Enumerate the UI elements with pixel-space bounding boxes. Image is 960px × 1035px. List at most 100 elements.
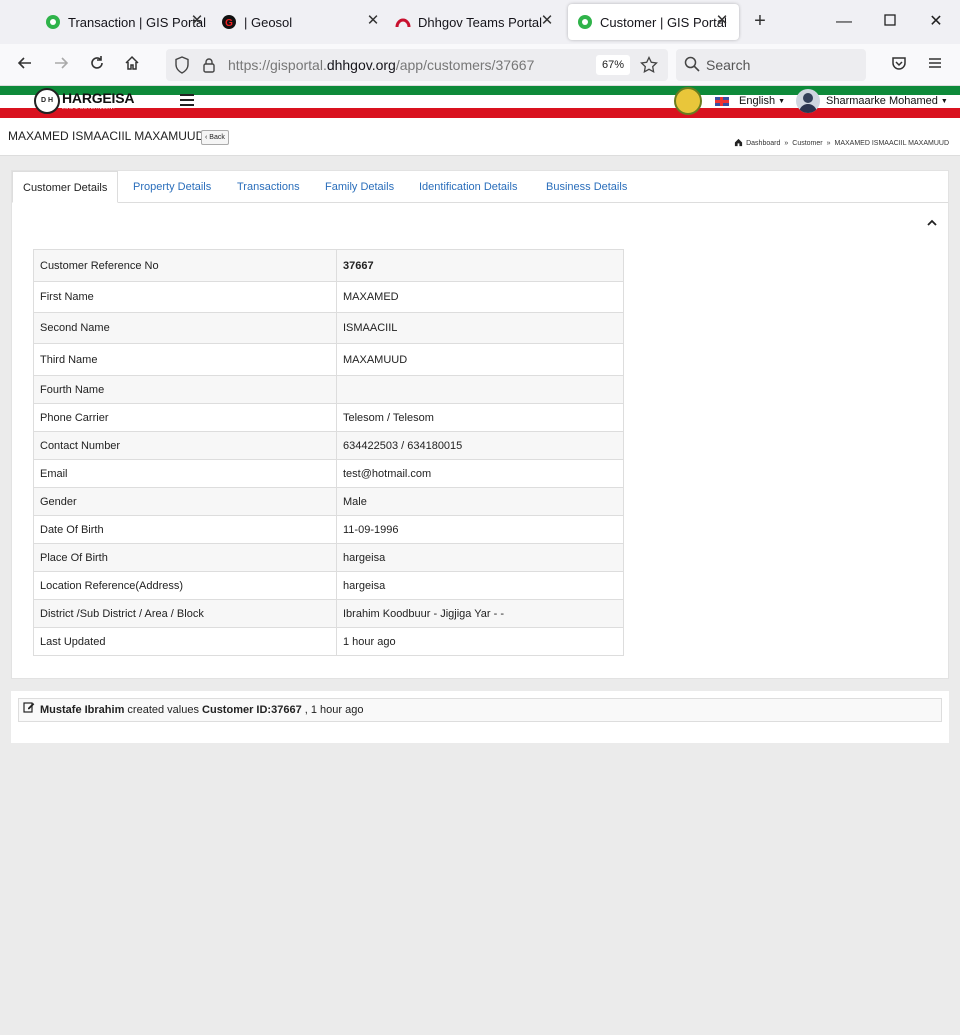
new-tab-icon[interactable]: + [750,11,770,32]
collapse-chevron-up-icon[interactable] [927,219,937,230]
reload-icon[interactable] [86,54,108,76]
forward-arrow-icon[interactable] [50,54,72,76]
edit-icon [23,699,35,721]
shield-icon[interactable] [174,56,190,79]
svg-text:G: G [225,18,233,29]
detail-value: hargeisa [336,571,624,600]
detail-value: 37667 [336,249,624,282]
home-icon[interactable] [121,54,143,76]
tab-customer-details[interactable]: Customer Details [12,171,119,203]
table-row: Place Of Birth hargeisa [33,543,624,572]
detail-tabs: Customer Details Property Details Transa… [12,171,948,203]
table-row: Last Updated 1 hour ago [33,627,624,656]
home-icon [734,138,743,149]
browser-tab-label: | Geosol [244,14,293,30]
sidebar-toggle-icon[interactable] [180,94,194,106]
breadcrumb-customer[interactable]: Customer [792,140,822,147]
detail-label: District /Sub District / Area / Block [33,599,337,628]
window-close-icon[interactable]: ✕ [926,12,946,32]
close-tab-icon[interactable]: ✕ [538,12,556,30]
activity-user: Mustafe Ibrahim [40,704,125,716]
detail-label: Fourth Name [33,375,337,404]
detail-value: MAXAMED [336,281,624,313]
detail-value: ISMAACIIL [336,312,624,344]
logo-text: HARGEISA LOCAL GOVERNMENT [62,91,134,111]
uk-flag-icon [715,96,729,106]
table-row: Location Reference(Address) hargeisa [33,571,624,600]
gis-portal-favicon-icon [576,13,594,31]
language-selector[interactable]: English ▼ [715,95,785,107]
back-button-label: Back [209,134,225,141]
activity-panel: Mustafe Ibrahim created values Customer … [11,691,949,743]
detail-label: Date Of Birth [33,515,337,544]
hargeisa-logo[interactable]: D H HARGEISA LOCAL GOVERNMENT [34,88,134,114]
search-placeholder: Search [706,57,751,73]
browser-search-box[interactable]: Search [676,49,866,81]
breadcrumb-separator: » [826,140,831,147]
bookmark-star-icon[interactable] [640,55,658,79]
logo-badge: D H [34,88,60,114]
detail-label: Email [33,459,337,488]
url-text: https://gisportal.dhhgov.org/app/custome… [228,57,534,73]
customer-panel: Customer Details Property Details Transa… [11,170,949,679]
browser-tab-label: Transaction | GIS Portal [68,14,207,30]
browser-tab-customer[interactable]: Customer | GIS Portal ✕ [568,4,739,40]
detail-label: First Name [33,281,337,313]
minimize-icon[interactable]: — [834,12,854,32]
detail-value: Male [336,487,624,516]
detail-label: Third Name [33,343,337,376]
detail-label: Customer Reference No [33,249,337,282]
table-row: District /Sub District / Area / Block Ibr… [33,599,624,628]
maximize-icon[interactable] [880,12,900,32]
table-row: Phone Carrier Telesom / Telesom [33,403,624,432]
language-label: English [739,95,776,107]
close-tab-icon[interactable]: ✕ [188,12,206,30]
chevron-down-icon: ▼ [778,97,786,105]
avatar [796,89,820,113]
activity-action: created values [127,704,199,716]
detail-label: Gender [33,487,337,516]
url-path: /app/customers/37667 [395,57,535,73]
close-tab-icon[interactable]: ✕ [364,12,382,30]
logo-title: HARGEISA [62,90,135,106]
activity-entry: Mustafe Ibrahim created values Customer … [18,698,942,722]
user-menu[interactable]: Sharmaarke Mohamed ▼ [796,89,948,113]
tab-identification-details[interactable]: Identification Details [419,181,517,193]
tab-transactions[interactable]: Transactions [237,181,300,193]
tab-business-details[interactable]: Business Details [546,181,627,193]
url-bar[interactable]: https://gisportal.dhhgov.org/app/custome… [166,49,668,81]
table-row: Second Name ISMAACIIL [33,312,624,344]
search-icon [684,56,700,77]
back-arrow-icon[interactable] [14,54,36,76]
menu-icon[interactable] [924,54,946,76]
breadcrumb-dashboard[interactable]: Dashboard [746,140,780,147]
detail-value [336,375,624,404]
detail-value: Ibrahim Koodbuur - Jigjiga Yar - - [336,599,624,628]
lock-icon[interactable] [202,57,216,78]
detail-value: MAXAMUUD [336,343,624,376]
customer-details-table: Customer Reference No 37667 First Name MAX… [33,249,624,656]
government-emblem-icon [674,87,702,115]
detail-label: Second Name [33,312,337,344]
browser-nav-bar: https://gisportal.dhhgov.org/app/custome… [0,44,960,86]
browser-tab-geosol[interactable]: G | Geosol ✕ [220,4,390,40]
table-row: Date Of Birth 11-09-1996 [33,515,624,544]
browser-tab-label: Customer | GIS Portal [600,14,727,30]
table-row: First Name MAXAMED [33,281,624,313]
browser-tab-transaction[interactable]: Transaction | GIS Portal ✕ [44,4,212,40]
detail-label: Location Reference(Address) [33,571,337,600]
close-tab-icon[interactable]: ✕ [713,12,731,30]
pocket-icon[interactable] [888,54,910,76]
breadcrumb-current: MAXAMED ISMAACIIL MAXAMUUD [834,140,949,147]
tab-property-details[interactable]: Property Details [133,181,211,193]
back-button[interactable]: ‹ Back [201,130,229,145]
table-row: Third Name MAXAMUUD [33,343,624,376]
tab-family-details[interactable]: Family Details [325,181,394,193]
browser-tab-teams-portal[interactable]: Dhhgov Teams Portal ✕ [394,4,564,40]
zoom-level-badge[interactable]: 67% [596,55,630,75]
url-prefix: https://gisportal. [228,57,327,73]
detail-label: Contact Number [33,431,337,460]
detail-value: test@hotmail.com [336,459,624,488]
chevron-down-icon: ▼ [940,97,948,105]
detail-value: 634422503 / 634180015 [336,431,624,460]
